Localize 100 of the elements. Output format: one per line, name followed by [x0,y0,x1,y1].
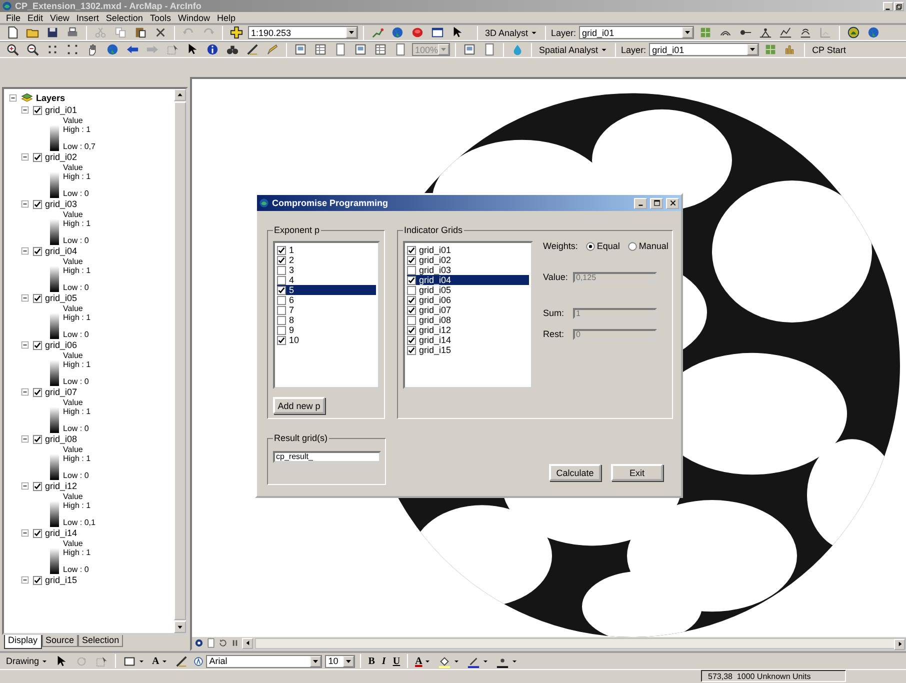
checkbox[interactable] [277,326,286,334]
list-item[interactable]: 10 [277,335,376,345]
minimize-button[interactable] [883,2,893,10]
layer-name[interactable]: grid_i07 [45,387,78,397]
caret-icon[interactable] [345,658,352,664]
input-field[interactable]: cp_result_ [273,451,381,463]
pause-icon[interactable] [230,638,240,648]
checkbox[interactable] [33,434,42,444]
scroll-down-button[interactable] [174,621,186,633]
checkbox[interactable] [407,286,416,294]
collapse-icon[interactable] [20,387,30,397]
scroll-left-button[interactable] [242,638,253,648]
layer-name[interactable]: grid_i02 [45,152,78,162]
list-item[interactable]: 9 [277,325,376,335]
checkbox[interactable] [407,316,416,324]
list-item[interactable]: grid_i06 [407,295,529,305]
checkbox[interactable] [33,528,42,538]
layer-name[interactable]: grid_i08 [45,434,78,444]
caret-icon[interactable] [312,658,320,664]
bold-button[interactable]: B [366,654,377,668]
list-item[interactable]: grid_i01 [407,245,529,255]
list-item[interactable]: 3 [277,265,376,275]
layer-name[interactable]: grid_i04 [45,246,78,256]
collapse-icon[interactable] [20,199,30,209]
checkbox[interactable] [277,256,286,264]
radio-option[interactable]: Equal [586,241,620,251]
list-item[interactable]: grid_i14 [407,335,529,345]
menu-button[interactable]: 3D Analyst [483,25,540,40]
refresh-icon[interactable] [218,638,228,648]
layer-name[interactable]: grid_i15 [45,575,78,585]
minimize-button[interactable] [634,198,647,208]
list-item[interactable]: grid_i05 [407,285,529,295]
list-item[interactable]: 7 [277,305,376,315]
list-item[interactable]: grid_i02 [407,255,529,265]
checkbox[interactable] [407,266,416,274]
checkbox[interactable] [33,152,42,162]
menu-item[interactable]: Window [178,12,210,22]
window-button[interactable] [429,25,446,40]
layer-dropdown[interactable]: grid_i01 [579,26,694,39]
checkbox[interactable] [33,388,42,396]
tab[interactable]: Display [4,635,42,649]
layer-name[interactable]: grid_i12 [45,481,78,491]
menu-item[interactable]: Help [216,12,236,22]
collapse-icon[interactable] [20,528,30,538]
checkbox[interactable] [407,326,416,334]
collapse-icon[interactable] [20,293,30,303]
italic-button[interactable]: I [380,654,388,668]
layer-name[interactable]: grid_i03 [45,199,78,209]
dialog-button[interactable]: Exit [611,464,663,481]
list-item[interactable]: grid_i07 [407,305,529,315]
checkbox[interactable] [33,106,42,114]
checkbox[interactable] [33,340,42,350]
list-item[interactable]: 8 [277,315,376,325]
checkbox[interactable] [407,336,416,344]
menu-item[interactable]: View [50,12,70,22]
collapse-icon[interactable] [20,340,30,350]
checkbox[interactable] [407,306,416,314]
list-item[interactable]: 4 [277,275,376,285]
checkbox[interactable] [407,246,416,254]
checkbox[interactable] [33,482,42,490]
layer-dropdown[interactable]: grid_i01 [649,43,760,56]
list-item[interactable]: grid_i04 [407,275,529,285]
list-item[interactable]: grid_i12 [407,325,529,335]
checkbox[interactable] [33,294,42,302]
radio-button[interactable] [628,242,637,250]
add-data-button[interactable] [228,25,245,40]
menu-item[interactable]: Tools [150,12,171,22]
checkbox[interactable] [277,276,286,284]
maximize-button[interactable] [650,198,663,208]
checkbox[interactable] [277,306,286,314]
list-item[interactable]: 1 [277,245,376,255]
data-frame-name[interactable]: Layers [36,93,66,103]
checkbox[interactable] [407,276,416,284]
checkbox[interactable] [277,296,286,304]
tab[interactable]: Selection [78,635,124,647]
checkbox[interactable] [277,286,286,294]
menu-item[interactable]: Selection [106,12,143,22]
checkbox[interactable] [33,246,42,256]
add-button[interactable]: Add new p [273,397,325,414]
cp-start-button[interactable]: CP Start [810,42,848,57]
checkbox[interactable] [277,246,286,254]
checkbox[interactable] [277,316,286,324]
layer-name[interactable]: grid_i14 [45,528,78,538]
layer-name[interactable]: grid_i05 [45,293,78,303]
checkbox[interactable] [33,576,42,584]
list-item[interactable]: 6 [277,295,376,305]
list-item[interactable]: grid_i03 [407,265,529,275]
caret-icon[interactable] [348,29,355,36]
collapse-icon[interactable] [20,152,30,162]
collapse-icon[interactable] [20,481,30,491]
menu-button[interactable]: Spatial Analyst [537,42,610,57]
tab[interactable]: Source [42,635,78,647]
radio-option[interactable]: Manual [628,241,668,251]
underline-button[interactable]: U [390,654,402,668]
checkbox[interactable] [407,256,416,264]
checkbox[interactable] [407,296,416,304]
restore-button[interactable] [894,2,904,10]
list-item[interactable]: grid_i08 [407,315,529,325]
scroll-up-button[interactable] [174,89,186,101]
menu-item[interactable]: Edit [28,12,44,22]
